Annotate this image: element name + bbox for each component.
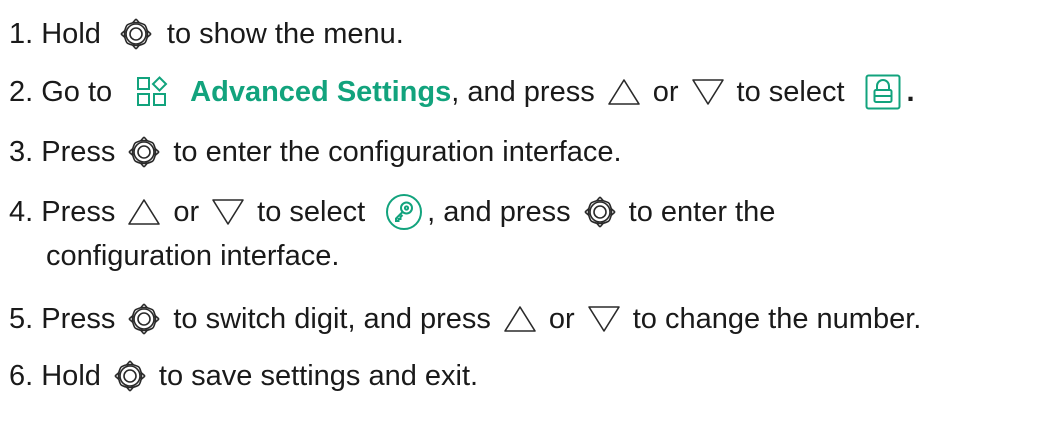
down-triangle-icon — [691, 78, 725, 106]
step-1: 1. Hold to show the menu. — [9, 14, 1059, 54]
step-5-text-1: to switch digit, and press — [173, 303, 491, 335]
ok-dial-icon — [119, 17, 153, 51]
instruction-steps: 1. Hold to show the menu. 2. Go to Advan… — [9, 14, 1059, 396]
step-4-text-1: to select — [257, 196, 366, 228]
key-icon — [385, 193, 423, 231]
down-triangle-icon — [587, 305, 621, 333]
up-triangle-icon — [503, 305, 537, 333]
step-2-prefix: 2. Go to — [9, 76, 113, 108]
down-triangle-icon — [211, 198, 245, 226]
step-3: 3. Press to enter the configuration inte… — [9, 132, 1059, 172]
ok-dial-icon — [127, 302, 161, 336]
step-3-text: to enter the configuration interface. — [173, 136, 622, 168]
step-6-prefix: 6. Hold — [9, 360, 101, 392]
step-2-or: or — [652, 76, 679, 108]
step-4-prefix: 4. Press — [9, 196, 116, 228]
up-triangle-icon — [607, 78, 641, 106]
up-triangle-icon — [127, 198, 161, 226]
step-3-prefix: 3. Press — [9, 136, 116, 168]
lock-icon — [865, 74, 901, 110]
step-2: 2. Go to Advanced Settings , and press o… — [9, 72, 1059, 112]
ok-dial-icon — [583, 195, 617, 229]
step-6: 6. Hold to save settings and exit. — [9, 356, 1059, 396]
step-4: 4. Press or to select , and press to ent… — [9, 192, 1059, 232]
step-4-continuation: configuration interface. — [46, 240, 340, 272]
step-1-text: to show the menu. — [166, 18, 404, 50]
ok-dial-icon — [127, 135, 161, 169]
step-2-period: . — [906, 76, 915, 108]
advanced-settings-grid-icon — [136, 76, 168, 108]
step-2-text-1: , and press — [451, 76, 595, 108]
step-4-or: or — [173, 196, 200, 228]
step-5-or: or — [548, 303, 575, 335]
step-5-prefix: 5. Press — [9, 303, 116, 335]
ok-dial-icon — [113, 359, 147, 393]
advanced-settings-label: Advanced Settings — [190, 76, 452, 108]
step-4-text-2: , and press — [427, 196, 571, 228]
step-6-text: to save settings and exit. — [158, 360, 479, 392]
step-1-prefix: 1. Hold — [9, 18, 101, 50]
step-4-text-3: to enter the — [628, 196, 776, 228]
step-5-text-2: to change the number. — [632, 303, 922, 335]
step-2-text-2: to select — [736, 76, 845, 108]
step-5: 5. Press to switch digit, and press or t… — [9, 299, 1059, 339]
